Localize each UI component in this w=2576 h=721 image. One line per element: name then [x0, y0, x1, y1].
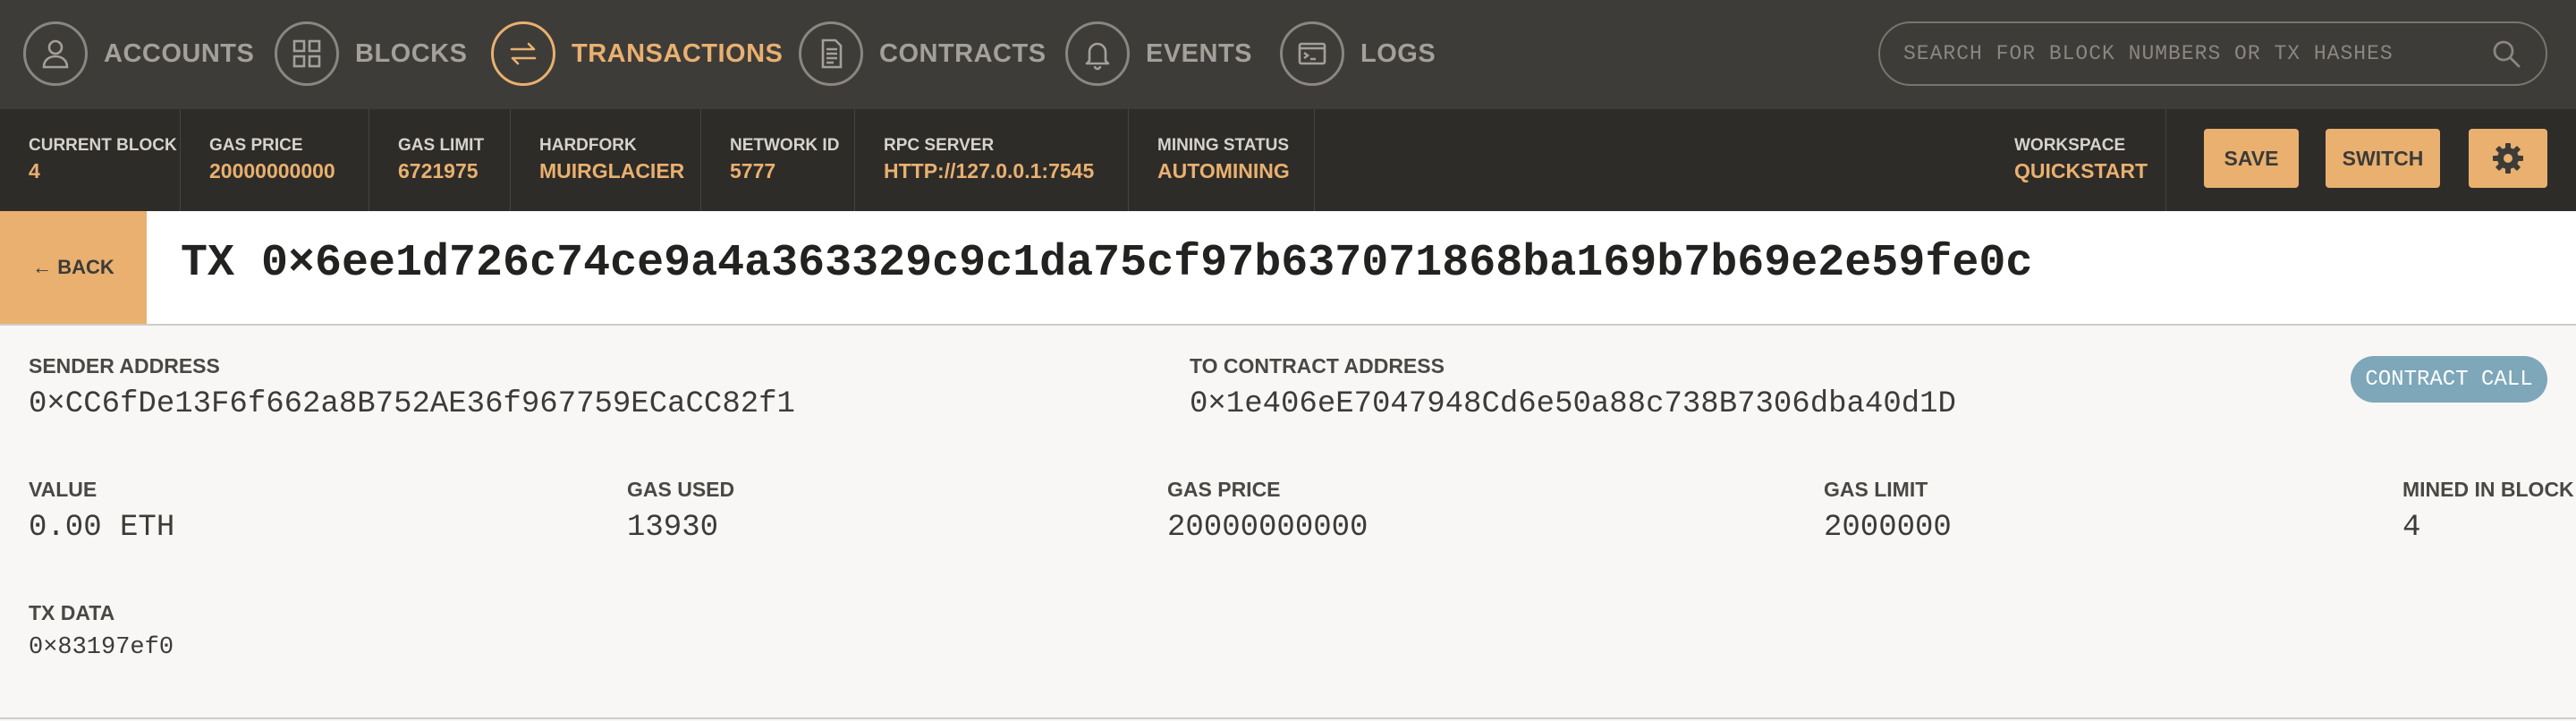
- search-icon[interactable]: [2490, 38, 2522, 70]
- nav-logs-label: LOGS: [1360, 38, 1436, 68]
- nav-events-label: EVENTS: [1146, 38, 1253, 68]
- field-label: TO CONTRACT ADDRESS: [1190, 354, 1445, 377]
- gear-icon: [2493, 143, 2523, 174]
- nav-blocks[interactable]: BLOCKS: [275, 21, 467, 86]
- tx-data: TX DATA 0×83197ef0: [29, 601, 174, 661]
- arrows-swap-icon: [491, 21, 555, 86]
- save-button[interactable]: SAVE: [2204, 129, 2299, 188]
- stat-network-id: NETWORK ID 5777: [701, 109, 855, 211]
- stat-label: CURRENT BLOCK: [29, 136, 177, 155]
- stat-value: 5777: [730, 159, 776, 182]
- tx-gas-price: GAS PRICE 20000000000: [1167, 478, 1368, 545]
- document-icon: [799, 21, 863, 86]
- stat-label: RPC SERVER: [884, 136, 995, 155]
- stat-hardfork: HARDFORK MUIRGLACIER: [511, 109, 701, 211]
- stat-value: 4: [29, 159, 40, 182]
- stat-mining-status: MINING STATUS AUTOMINING: [1129, 109, 1315, 211]
- stat-label: NETWORK ID: [730, 136, 840, 155]
- sender-address: SENDER ADDRESS 0×CC6fDe13F6f662a8B752AE3…: [29, 354, 795, 421]
- field-label: GAS LIMIT: [1824, 478, 1928, 501]
- back-button[interactable]: ← BACK: [0, 211, 147, 324]
- settings-button[interactable]: [2469, 129, 2547, 188]
- person-icon: [23, 21, 88, 86]
- stat-label: MINING STATUS: [1157, 136, 1290, 155]
- stat-label: GAS LIMIT: [398, 136, 485, 155]
- switch-button[interactable]: SWITCH: [2326, 129, 2440, 188]
- stat-value: AUTOMINING: [1157, 159, 1290, 182]
- stat-value: 20000000000: [209, 159, 335, 182]
- field-value: 2000000: [1824, 511, 1952, 545]
- title-bar: ← BACK TX 0×6ee1d726c74ce9a4a363329c9c1d…: [0, 211, 2576, 326]
- terminal-icon: [1280, 21, 1344, 86]
- stat-value: QUICKSTART: [2014, 159, 2148, 182]
- tx-value: VALUE 0.00 ETH: [29, 478, 174, 545]
- nav-accounts-label: ACCOUNTS: [104, 38, 255, 68]
- tx-gas-limit: GAS LIMIT 2000000: [1824, 478, 1952, 545]
- field-value: 0×83197ef0: [29, 634, 174, 661]
- tx-gas-used: GAS USED 13930: [627, 478, 734, 545]
- field-label: MINED IN BLOCK: [2402, 478, 2574, 501]
- field-value: 4: [2402, 511, 2421, 545]
- nav-transactions-label: TRANSACTIONS: [572, 38, 784, 68]
- nav-events[interactable]: EVENTS: [1065, 21, 1252, 86]
- field-value: 20000000000: [1167, 511, 1368, 545]
- status-bar: CURRENT BLOCK 4 GAS PRICE 20000000000 GA…: [0, 109, 2576, 211]
- search-input[interactable]: [1903, 42, 2490, 65]
- contract-call-badge: CONTRACT CALL: [2351, 356, 2547, 403]
- stat-rpc-server: RPC SERVER HTTP://127.0.0.1:7545: [855, 109, 1129, 211]
- stat-gas-price: GAS PRICE 20000000000: [181, 109, 369, 211]
- stat-workspace: WORKSPACE QUICKSTART: [1986, 109, 2166, 211]
- stat-value: MUIRGLACIER: [539, 159, 685, 182]
- stat-label: HARDFORK: [539, 136, 637, 155]
- page-title: TX 0×6ee1d726c74ce9a4a363329c9c1da75cf97…: [181, 238, 2033, 289]
- nav-contracts[interactable]: CONTRACTS: [799, 21, 1046, 86]
- field-value: 13930: [627, 511, 719, 545]
- stat-label: WORKSPACE: [2014, 136, 2126, 155]
- stat-gas-limit: GAS LIMIT 6721975: [369, 109, 511, 211]
- stat-label: GAS PRICE: [209, 136, 303, 155]
- stat-current-block: CURRENT BLOCK 4: [0, 109, 181, 211]
- nav-accounts[interactable]: ACCOUNTS: [23, 21, 254, 86]
- field-label: GAS PRICE: [1167, 478, 1281, 501]
- field-label: GAS USED: [627, 478, 735, 501]
- field-label: TX DATA: [29, 601, 115, 624]
- field-value: 0×1e406eE7047948Cd6e50a88c738B7306dba40d…: [1190, 387, 1956, 421]
- divider: [0, 717, 2576, 719]
- tx-mined-in-block: MINED IN BLOCK 4: [2402, 478, 2574, 545]
- nav-logs[interactable]: LOGS: [1280, 21, 1436, 86]
- nav-blocks-label: BLOCKS: [355, 38, 468, 68]
- nav-transactions[interactable]: TRANSACTIONS: [491, 21, 783, 86]
- field-value: 0×CC6fDe13F6f662a8B752AE36f967759ECaCC82…: [29, 387, 795, 421]
- stat-value: 6721975: [398, 159, 479, 182]
- to-contract-address: TO CONTRACT ADDRESS 0×1e406eE7047948Cd6e…: [1190, 354, 1956, 421]
- search-box: [1878, 21, 2547, 86]
- field-value: 0.00 ETH: [29, 511, 175, 545]
- nav-contracts-label: CONTRACTS: [879, 38, 1046, 68]
- grid-icon: [275, 21, 339, 86]
- field-label: VALUE: [29, 478, 97, 501]
- stat-value: HTTP://127.0.0.1:7545: [884, 159, 1095, 182]
- bell-icon: [1065, 21, 1130, 86]
- top-nav: ACCOUNTS BLOCKS TRANSACTIONS CONTRACTS E…: [0, 0, 2576, 109]
- field-label: SENDER ADDRESS: [29, 354, 220, 377]
